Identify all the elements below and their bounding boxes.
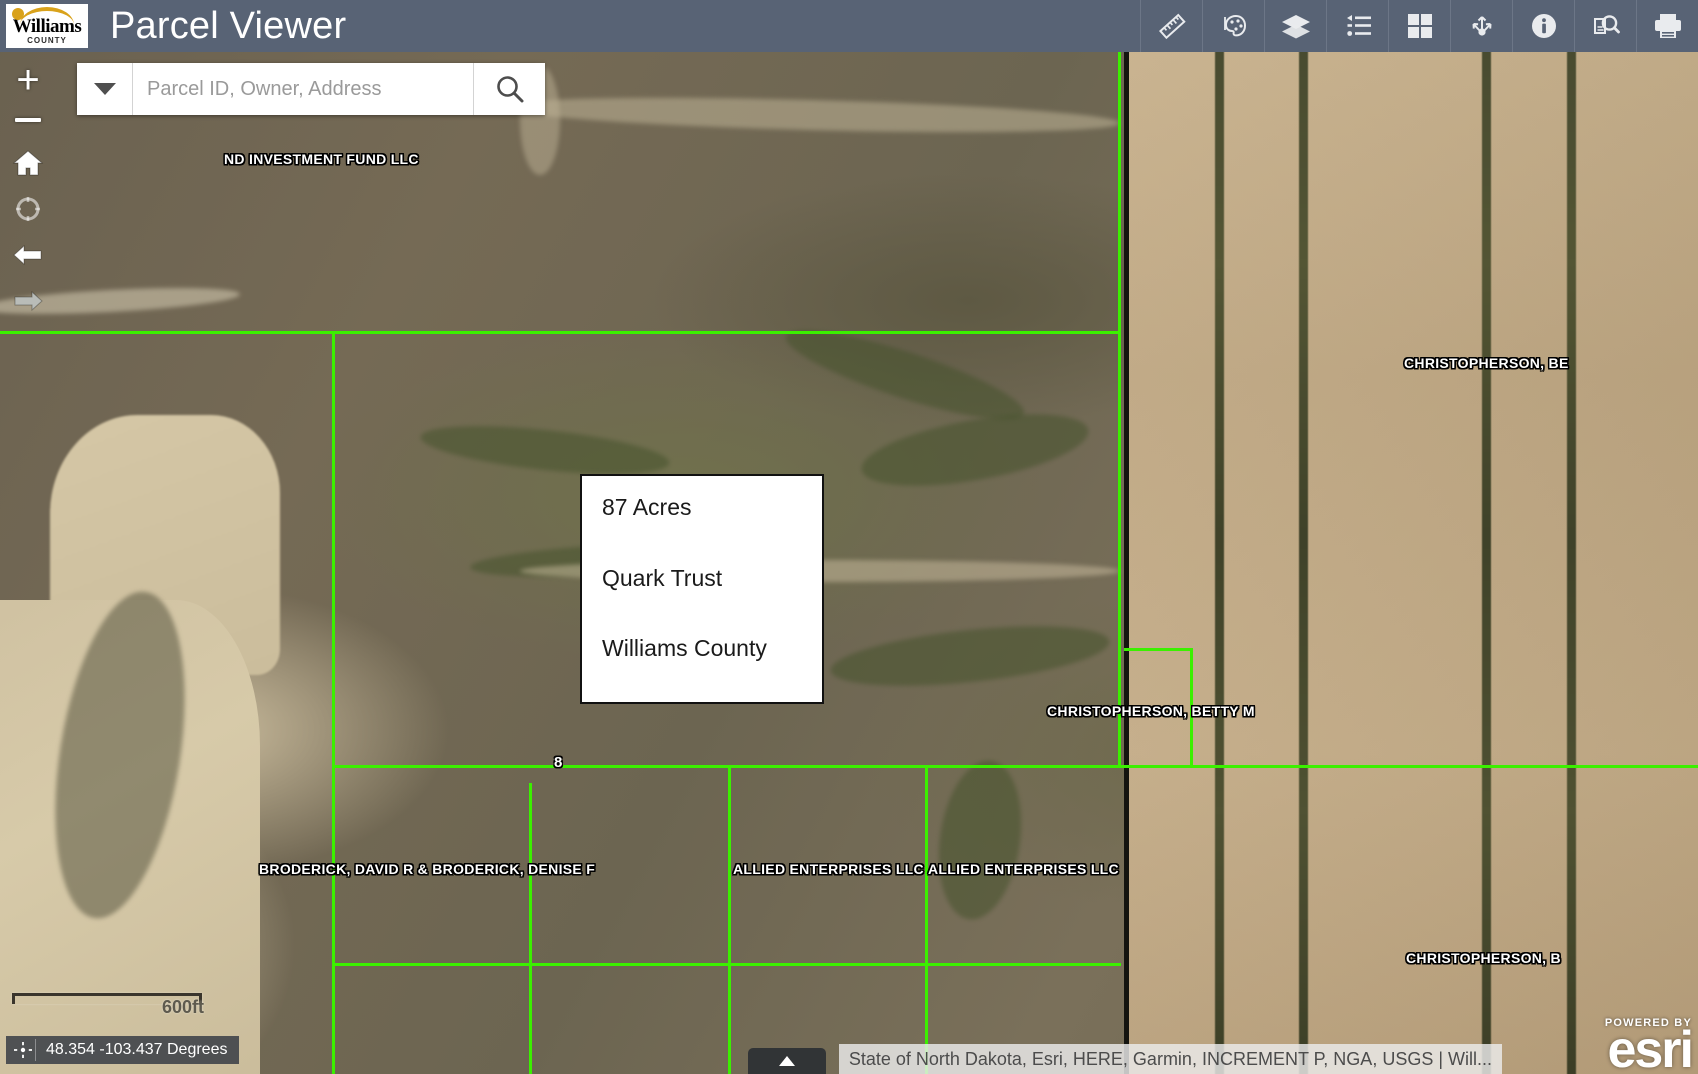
coordinate-text: 48.354 -103.437 Degrees xyxy=(46,1041,228,1058)
shelterbelt-row xyxy=(1299,0,1308,1074)
williams-county-logo: Williams COUNTY xyxy=(6,4,88,48)
parcel-label: CHRISTOPHERSON, B xyxy=(1406,950,1561,966)
logo-arc-icon xyxy=(12,7,74,25)
locate-button[interactable] xyxy=(6,186,50,232)
search-source-dropdown[interactable] xyxy=(77,63,133,115)
map-canvas[interactable]: 8 ND INVESTMENT FUND LLC CHRISTOPHERSON,… xyxy=(0,0,1698,1074)
search-submit-button[interactable] xyxy=(473,63,545,115)
parcel-label: ND INVESTMENT FUND LLC xyxy=(224,151,419,167)
share-icon[interactable] xyxy=(1450,0,1512,52)
shelterbelt-row xyxy=(1215,0,1224,1074)
query-icon[interactable] xyxy=(1574,0,1636,52)
parcel-label: ALLIED ENTERPRISES LLC xyxy=(928,861,1119,877)
parcel-boundary xyxy=(332,765,1121,768)
popup-acres: 87 Acres xyxy=(602,494,692,520)
parcel-boundary xyxy=(529,783,532,1074)
minus-icon xyxy=(15,118,41,122)
coordinate-widget[interactable]: 48.354 -103.437 Degrees xyxy=(6,1036,240,1064)
scale-distance-label: 600ft xyxy=(162,997,205,1017)
header-spacer xyxy=(346,0,1140,52)
zoom-in-button[interactable]: + xyxy=(6,60,50,100)
parcel-label: BRODERICK, DAVID R & BRODERICK, DENISE F xyxy=(259,861,596,877)
zoom-in-label: + xyxy=(16,58,40,102)
map-attribution[interactable]: State of North Dakota, Esri, HERE, Garmi… xyxy=(838,1044,1502,1074)
shelterbelt-row xyxy=(1482,0,1491,1074)
scale-bar: 600ft xyxy=(12,993,204,1017)
parcel-boundary xyxy=(728,768,731,1074)
previous-extent-button[interactable] xyxy=(6,232,50,278)
chevron-down-icon xyxy=(93,83,116,95)
parcel-label: CHRISTOPHERSON, BE xyxy=(1404,355,1569,371)
parcel-boundary xyxy=(1118,52,1121,767)
search-icon xyxy=(496,76,523,103)
shelterbelt-row xyxy=(1567,0,1576,1074)
esri-logo: POWERED BY esri xyxy=(1605,1018,1694,1074)
search-input[interactable] xyxy=(133,63,473,115)
app-header: Williams COUNTY Parcel Viewer xyxy=(0,0,1698,52)
page-title: Parcel Viewer xyxy=(110,5,347,47)
parcel-boundary xyxy=(0,331,1121,334)
map-navigation-controls: + xyxy=(6,60,50,324)
triangle-up-icon xyxy=(779,1056,795,1066)
parcel-label: ALLIED ENTERPRISES LLC xyxy=(733,861,924,877)
measure-icon[interactable] xyxy=(1140,0,1202,52)
print-icon[interactable] xyxy=(1636,0,1698,52)
info-icon[interactable] xyxy=(1512,0,1574,52)
zoom-out-button[interactable] xyxy=(6,100,50,140)
parcel-boundary-black xyxy=(1124,52,1129,1074)
popup-county: Williams County xyxy=(602,635,767,662)
search-bar xyxy=(77,63,545,115)
logo-line2: COUNTY xyxy=(27,35,67,45)
layers-icon[interactable] xyxy=(1264,0,1326,52)
crosshair-icon xyxy=(10,1039,36,1061)
home-button[interactable] xyxy=(6,140,50,186)
basemap-toggle[interactable] xyxy=(748,1048,826,1074)
esri-brand-label: esri xyxy=(1607,1021,1694,1074)
parcel-boundary xyxy=(925,768,928,1074)
popup-owner: Quark Trust xyxy=(602,564,723,591)
parcel-info-popup[interactable]: 87 Acres Quark Trust Williams County xyxy=(580,474,824,704)
parcel-label: CHRISTOPHERSON, BETTY M xyxy=(1047,703,1255,719)
draw-icon[interactable] xyxy=(1202,0,1264,52)
next-extent-button[interactable] xyxy=(6,278,50,324)
parcel-viewer-app: 8 ND INVESTMENT FUND LLC CHRISTOPHERSON,… xyxy=(0,0,1698,1074)
section-number-label: 8 xyxy=(554,754,563,771)
parcel-boundary xyxy=(1121,765,1698,768)
parcel-boundary xyxy=(332,963,1121,966)
plowed-field-right xyxy=(1127,0,1698,1074)
legend-icon[interactable] xyxy=(1326,0,1388,52)
basemap-icon[interactable] xyxy=(1388,0,1450,52)
parcel-boundary xyxy=(1124,648,1193,651)
